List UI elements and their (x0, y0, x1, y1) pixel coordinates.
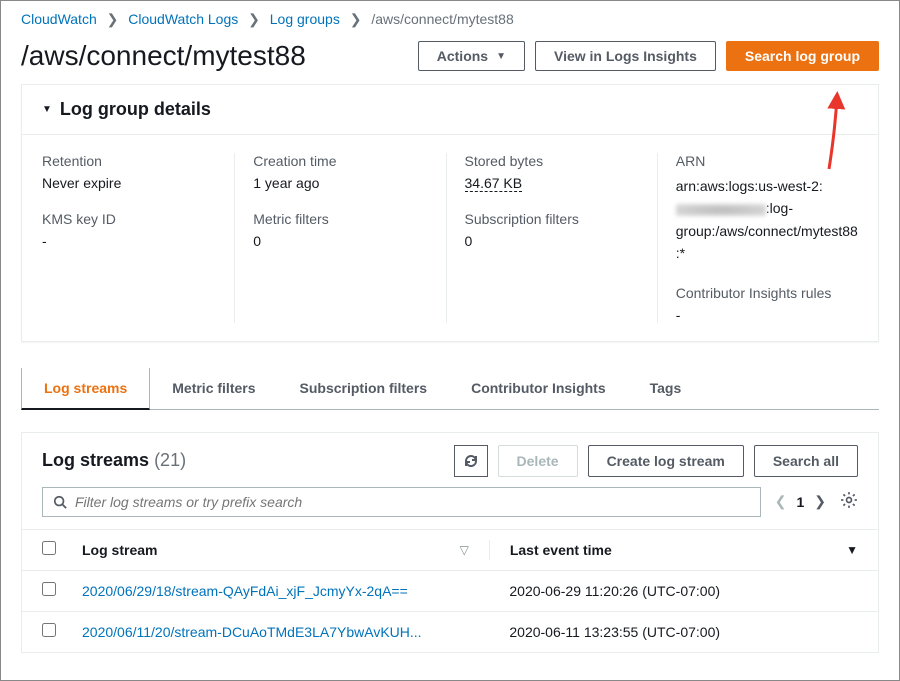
caret-down-icon: ▼ (496, 51, 506, 62)
retention-value: Never expire (42, 175, 224, 191)
arn-label: ARN (676, 153, 858, 169)
search-all-button[interactable]: Search all (754, 445, 858, 477)
table-header: Log stream ▽ Last event time ▼ (22, 529, 878, 570)
panel-header[interactable]: ▼ Log group details (22, 85, 878, 135)
tab-tags[interactable]: Tags (628, 368, 704, 410)
tab-subscription-filters[interactable]: Subscription filters (278, 368, 450, 410)
row-checkbox[interactable] (42, 582, 56, 596)
search-log-group-button[interactable]: Search log group (726, 41, 879, 71)
view-insights-button[interactable]: View in Logs Insights (535, 41, 716, 71)
metric-filters-value: 0 (253, 233, 435, 249)
streams-title: Log streams (42, 450, 149, 470)
search-icon (53, 495, 67, 509)
stream-link[interactable]: 2020/06/29/18/stream-QAyFdAi_xjF_JcmyYx-… (82, 583, 408, 599)
creation-value: 1 year ago (253, 175, 435, 191)
sort-icon[interactable]: ▽ (460, 543, 469, 557)
chevron-right-icon: ❯ (248, 11, 260, 27)
panel-title: Log group details (60, 99, 211, 120)
filter-search-box[interactable] (42, 487, 761, 517)
creation-label: Creation time (253, 153, 435, 169)
crumb-groups[interactable]: Log groups (270, 11, 340, 27)
actions-dropdown-button[interactable]: Actions ▼ (418, 41, 525, 71)
refresh-icon (463, 453, 479, 469)
metric-filters-label: Metric filters (253, 211, 435, 227)
chevron-right-icon: ❯ (350, 11, 362, 27)
arn-value: arn:aws:logs:us-west-2::log-group:/aws/c… (676, 175, 858, 265)
table-row: 2020/06/29/18/stream-QAyFdAi_xjF_JcmyYx-… (22, 570, 878, 611)
page-title: /aws/connect/mytest88 (21, 40, 306, 72)
pager: ❮ 1 ❯ (775, 493, 826, 510)
ci-rules-label: Contributor Insights rules (676, 285, 858, 301)
stream-link[interactable]: 2020/06/11/20/stream-DCuAoTMdE3LA7YbwAvK… (82, 624, 422, 640)
log-group-details-panel: ▼ Log group details Retention Never expi… (21, 84, 879, 342)
streams-count: (21) (154, 450, 186, 470)
ci-rules-value: - (676, 307, 858, 323)
stored-bytes-label: Stored bytes (465, 153, 647, 169)
caret-down-icon: ▼ (42, 104, 52, 115)
table-row: 2020/06/11/20/stream-DCuAoTMdE3LA7YbwAvK… (22, 611, 878, 652)
select-all-checkbox[interactable] (42, 541, 56, 555)
redacted-account-id (676, 204, 766, 216)
col-stream-header[interactable]: Log stream (82, 542, 157, 558)
retention-label: Retention (42, 153, 224, 169)
tab-log-streams[interactable]: Log streams (21, 368, 150, 410)
crumb-cloudwatch[interactable]: CloudWatch (21, 11, 97, 27)
row-checkbox[interactable] (42, 623, 56, 637)
refresh-button[interactable] (454, 445, 488, 477)
stored-bytes-value: 34.67 KB (465, 175, 647, 191)
create-log-stream-button[interactable]: Create log stream (588, 445, 744, 477)
sub-filters-label: Subscription filters (465, 211, 647, 227)
col-time-header[interactable]: Last event time (510, 542, 612, 558)
crumb-current: /aws/connect/mytest88 (371, 11, 513, 27)
tab-metric-filters[interactable]: Metric filters (150, 368, 277, 410)
gear-icon (840, 491, 858, 509)
pager-next[interactable]: ❯ (814, 493, 826, 510)
delete-button[interactable]: Delete (498, 445, 578, 477)
chevron-right-icon: ❯ (107, 11, 119, 27)
sub-filters-value: 0 (465, 233, 647, 249)
breadcrumb: CloudWatch ❯ CloudWatch Logs ❯ Log group… (1, 1, 899, 34)
tab-contributor-insights[interactable]: Contributor Insights (449, 368, 628, 410)
settings-button[interactable] (840, 491, 858, 512)
row-time: 2020-06-11 13:23:55 (UTC-07:00) (509, 624, 858, 640)
pager-prev[interactable]: ❮ (775, 493, 787, 510)
filter-input[interactable] (75, 494, 750, 510)
tab-bar: Log streams Metric filters Subscription … (21, 368, 879, 410)
pager-page: 1 (796, 494, 804, 510)
sort-desc-icon[interactable]: ▼ (846, 543, 858, 557)
log-streams-panel: Log streams (21) Delete Create log strea… (21, 432, 879, 653)
row-time: 2020-06-29 11:20:26 (UTC-07:00) (509, 583, 858, 599)
kms-value: - (42, 233, 224, 249)
crumb-logs[interactable]: CloudWatch Logs (128, 11, 238, 27)
kms-label: KMS key ID (42, 211, 224, 227)
